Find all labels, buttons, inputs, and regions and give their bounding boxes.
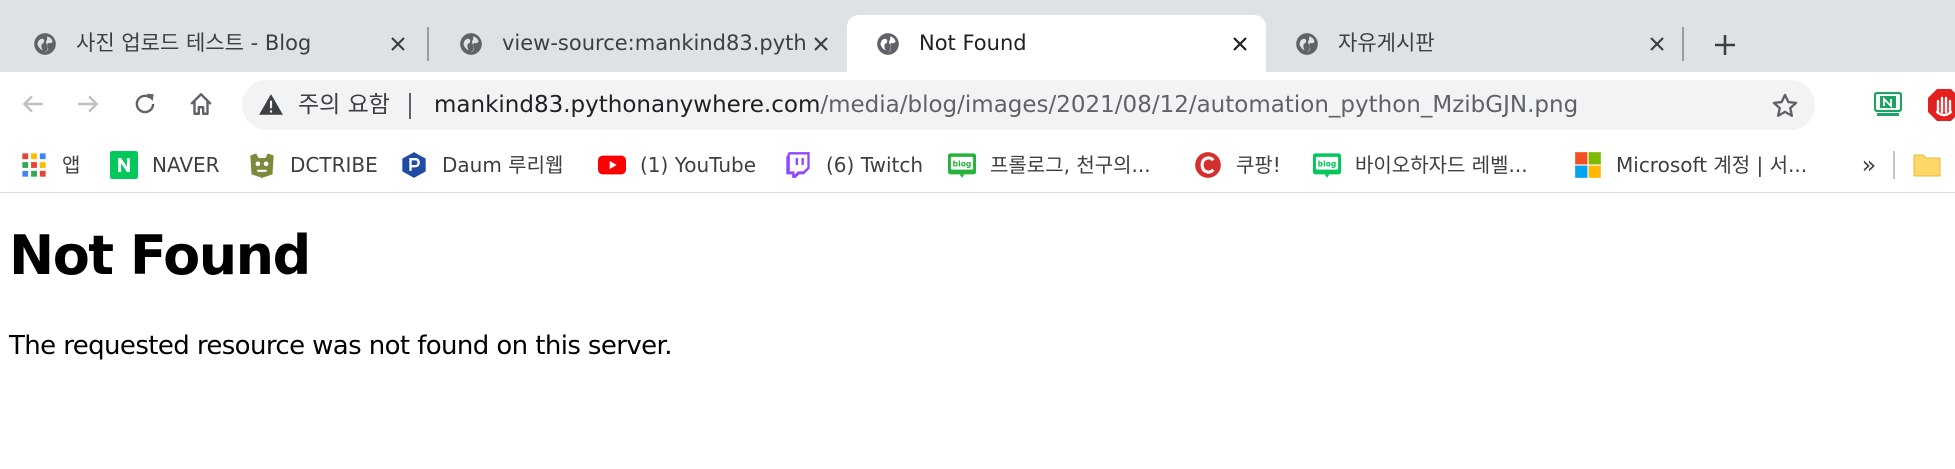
back-button[interactable] xyxy=(16,87,50,121)
new-tab-button[interactable] xyxy=(1707,27,1743,63)
plus-icon xyxy=(1715,35,1735,55)
bookmark-microsoft[interactable]: Microsoft 계정 | 서... xyxy=(1574,137,1807,193)
omnibox-divider xyxy=(409,93,411,119)
bookmark-label: 쿠팡! xyxy=(1236,153,1281,177)
bookmark-biohazard[interactable]: blog 바이오하자드 레벨... xyxy=(1313,137,1528,193)
bookmark-twitch[interactable]: (6) Twitch xyxy=(784,137,923,193)
tab-close-button[interactable] xyxy=(386,32,410,56)
svg-text:blog: blog xyxy=(953,160,972,169)
arrow-left-icon xyxy=(22,95,43,113)
youtube-icon xyxy=(598,155,626,175)
bookmarks-overflow-button[interactable]: » xyxy=(1856,151,1882,179)
tab-close-button[interactable] xyxy=(1645,32,1669,56)
reload-icon xyxy=(135,93,155,114)
bookmark-coupang[interactable]: 쿠팡! xyxy=(1194,137,1281,193)
bookmarks-separator xyxy=(1893,151,1895,179)
tab-title: view-source:mankind83.pythonanywhere.com xyxy=(502,31,807,55)
adblock-extension-icon[interactable] xyxy=(1926,87,1955,123)
globe-icon xyxy=(460,33,482,55)
tab-photo-upload-blog[interactable]: 사진 업로드 테스트 - Blog xyxy=(4,15,424,72)
dctribe-icon xyxy=(250,153,274,178)
close-icon xyxy=(814,37,828,51)
daum-ruliweb-icon xyxy=(402,152,426,178)
home-icon xyxy=(190,93,212,115)
folder-icon[interactable] xyxy=(1912,151,1942,179)
page-content: Not Found The requested resource was not… xyxy=(0,193,1955,469)
close-icon xyxy=(1650,37,1664,51)
address-bar[interactable]: 주의 요함 mankind83.pythonanywhere.com/media… xyxy=(242,80,1815,130)
svg-text:blog: blog xyxy=(1318,160,1337,169)
bookmark-daum-ruliweb[interactable]: Daum 루리웹 xyxy=(400,137,563,193)
arrow-right-icon xyxy=(78,95,99,113)
twitch-icon xyxy=(786,152,810,178)
forward-button[interactable] xyxy=(71,87,105,121)
coupang-icon xyxy=(1195,152,1221,178)
home-button[interactable] xyxy=(184,87,218,121)
url-text[interactable]: mankind83.pythonanywhere.com/media/blog/… xyxy=(434,89,1578,121)
bookmark-label: 바이오하자드 레벨... xyxy=(1355,153,1528,177)
page-heading: Not Found xyxy=(9,224,311,287)
globe-icon xyxy=(877,33,899,55)
tab-view-source[interactable]: view-source:mankind83.pythonanywhere.com xyxy=(430,15,847,72)
bookmark-apps[interactable]: 앱 xyxy=(20,137,80,193)
tab-close-button[interactable] xyxy=(809,32,833,56)
tab-separator xyxy=(427,27,429,61)
url-host: mankind83.pythonanywhere.com xyxy=(434,92,821,118)
bookmark-label: (6) Twitch xyxy=(826,153,924,177)
bookmark-youtube[interactable]: (1) YouTube xyxy=(598,137,756,193)
security-status-label[interactable]: 주의 요함 xyxy=(298,89,390,121)
bookmark-label: NAVER xyxy=(152,153,220,177)
naver-icon xyxy=(110,151,138,179)
tab-not-found[interactable]: Not Found xyxy=(847,15,1266,72)
tab-separator xyxy=(1682,27,1684,61)
bookmark-label: 앱 xyxy=(62,153,81,177)
close-icon xyxy=(1233,37,1247,51)
reload-button[interactable] xyxy=(128,87,162,121)
browser-toolbar: 주의 요함 mankind83.pythonanywhere.com/media… xyxy=(0,72,1955,137)
tab-strip: 사진 업로드 테스트 - Blog view-source:mankind83.… xyxy=(0,0,1955,72)
globe-icon xyxy=(1296,33,1318,55)
error-message: The requested resource was not found on … xyxy=(9,331,673,361)
bookmark-dctribe[interactable]: DCTRIBE xyxy=(248,137,378,193)
url-path: /media/blog/images/2021/08/12/automation… xyxy=(820,92,1579,118)
tab-close-button[interactable] xyxy=(1228,32,1252,56)
bookmarks-bar: 앱 NAVER DCTRIBE Daum 루리웹 (1) YouTube (6)… xyxy=(0,137,1955,193)
tab-title: 자유게시판 xyxy=(1338,31,1435,55)
apps-grid-icon xyxy=(22,153,46,177)
bookmark-label: 프롤로그, 천구의... xyxy=(990,153,1151,177)
bookmark-prologue[interactable]: blog 프롤로그, 천구의... xyxy=(948,137,1151,193)
bookmark-naver[interactable]: NAVER xyxy=(110,137,220,193)
bookmark-label: (1) YouTube xyxy=(640,153,757,177)
bookmark-star-icon[interactable] xyxy=(1771,92,1799,120)
tab-title: 사진 업로드 테스트 - Blog xyxy=(76,31,312,55)
bookmark-label: Microsoft 계정 | 서... xyxy=(1616,153,1808,177)
tab-title: Not Found xyxy=(919,31,1027,55)
blog-icon: blog xyxy=(1313,153,1341,178)
globe-icon xyxy=(34,33,56,55)
bookmark-label: DCTRIBE xyxy=(290,153,378,177)
bookmark-label: Daum 루리웹 xyxy=(442,153,564,177)
microsoft-icon xyxy=(1575,152,1601,178)
tab-free-board[interactable]: 자유게시판 xyxy=(1266,15,1683,72)
warning-icon[interactable] xyxy=(258,92,284,118)
blog-icon: blog xyxy=(948,153,976,178)
extension-n-icon[interactable] xyxy=(1874,92,1902,118)
close-icon xyxy=(391,37,405,51)
